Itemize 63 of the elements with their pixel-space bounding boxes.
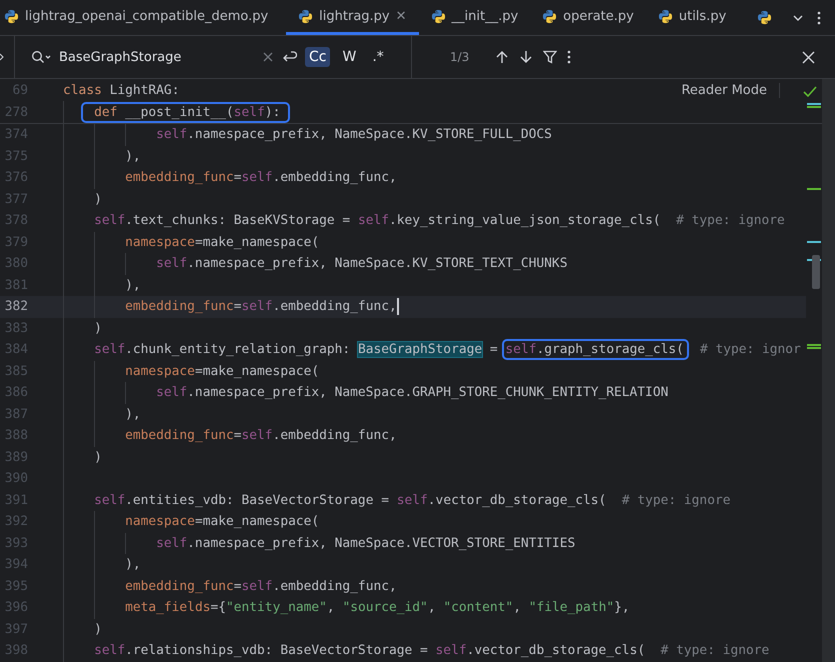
filter-icon[interactable] (543, 50, 558, 64)
code-line: self.namespace_prefix, NameSpace.KV_STORE_FULL_DOCS (156, 127, 552, 142)
code-line: ) (94, 450, 102, 465)
search-option-toggle[interactable]: .* (368, 47, 388, 67)
code-line: embedding_func=self.embedding_func, (125, 170, 397, 186)
scroll-mark (807, 241, 821, 243)
code-line: ) (94, 622, 102, 637)
code-line: embedding_func=self.embedding_func, (125, 299, 397, 314)
python-file-icon (757, 10, 772, 25)
python-file-icon (430, 8, 446, 24)
python-file-icon (542, 8, 558, 24)
annotation-box: self.graph_storage_cls( (502, 339, 689, 360)
python-file-icon (4, 8, 19, 24)
code-line: meta_fields={"entity_name", "source_id", "content", "file_path"}, (125, 600, 630, 616)
file-tab[interactable]: lightrag.py ✕ (286, 0, 419, 35)
code-line: self.text_chunks: BaseKVStorage = self.key_string_value_json_storage_cls( # type: ignore (94, 213, 785, 228)
code-text: self.chunk_entity_relation_graph: (94, 342, 352, 358)
search-option-toggle[interactable]: W (338, 47, 360, 67)
code-line: self.entities_vdb: BaseVectorStorage = self.vector_db_storage_cls( # type: ignore (94, 492, 730, 508)
close-icon[interactable] (802, 50, 815, 64)
clear-icon[interactable] (263, 52, 273, 62)
code-line: self.relationships_vdb: BaseVectorStorage = self.vector_db_storage_cls( # type: ignore (94, 643, 770, 658)
scroll-mark (807, 188, 821, 190)
file-tab[interactable]: __init__.py (418, 0, 530, 35)
match-count: 1/3 (450, 50, 470, 64)
more-icon[interactable] (817, 10, 821, 24)
check-icon (803, 86, 817, 98)
code-line: ), (125, 406, 141, 422)
line-number: 382 (4, 299, 28, 314)
code-line: ) (94, 320, 102, 336)
code-line: ), (125, 557, 141, 572)
code-line: embedding_func=self.embedding_func, (125, 578, 397, 594)
arrow-down-icon[interactable] (519, 50, 534, 64)
python-file-icon (658, 8, 673, 24)
code-line: ) (94, 192, 102, 207)
code-text: # type: ignor (700, 342, 801, 358)
code-line: self.namespace_prefix, NameSpace.GRAPH_STORE_CHUNK_ENTITY_RELATION (156, 385, 668, 400)
code-line: self.namespace_prefix, NameSpace.KV_STORE_TEXT_CHUNKS (156, 256, 568, 272)
python-file-icon (298, 8, 314, 24)
code-line: namespace=make_namespace( (125, 364, 320, 379)
search-match: BaseGraphStorage (358, 342, 482, 358)
code-text: = (488, 342, 499, 358)
code-line: class LightRAG: (63, 82, 180, 98)
code-line: self.namespace_prefix, NameSpace.VECTOR_STORE_ENTITIES (156, 536, 576, 551)
reader-mode-link[interactable]: Reader Mode (681, 83, 780, 98)
code-line: ), (125, 148, 141, 164)
search-option-toggle[interactable]: Cc (305, 47, 330, 67)
search-field[interactable]: BaseGraphStorage (59, 50, 255, 64)
chevron-icon[interactable] (0, 53, 4, 61)
search-icon[interactable] (31, 50, 51, 64)
code-line: ), (125, 278, 141, 293)
file-tab[interactable]: operate.py (530, 0, 646, 35)
file-tab[interactable]: utils.py (646, 0, 738, 35)
code-line: namespace=make_namespace( (125, 234, 320, 250)
close-icon[interactable]: ✕ (396, 8, 407, 24)
file-tab[interactable]: lightrag_openai_compatible_demo.py (0, 0, 286, 35)
code-line: embedding_func=self.embedding_func, (125, 428, 397, 444)
code-line: namespace=make_namespace( (125, 514, 320, 530)
more-icon[interactable] (567, 50, 572, 64)
return-arrow-icon[interactable] (281, 50, 297, 64)
arrow-up-icon[interactable] (495, 50, 510, 64)
scrollbar-thumb[interactable] (812, 255, 820, 289)
annotation-box: def __post_init__(self): (81, 102, 290, 122)
